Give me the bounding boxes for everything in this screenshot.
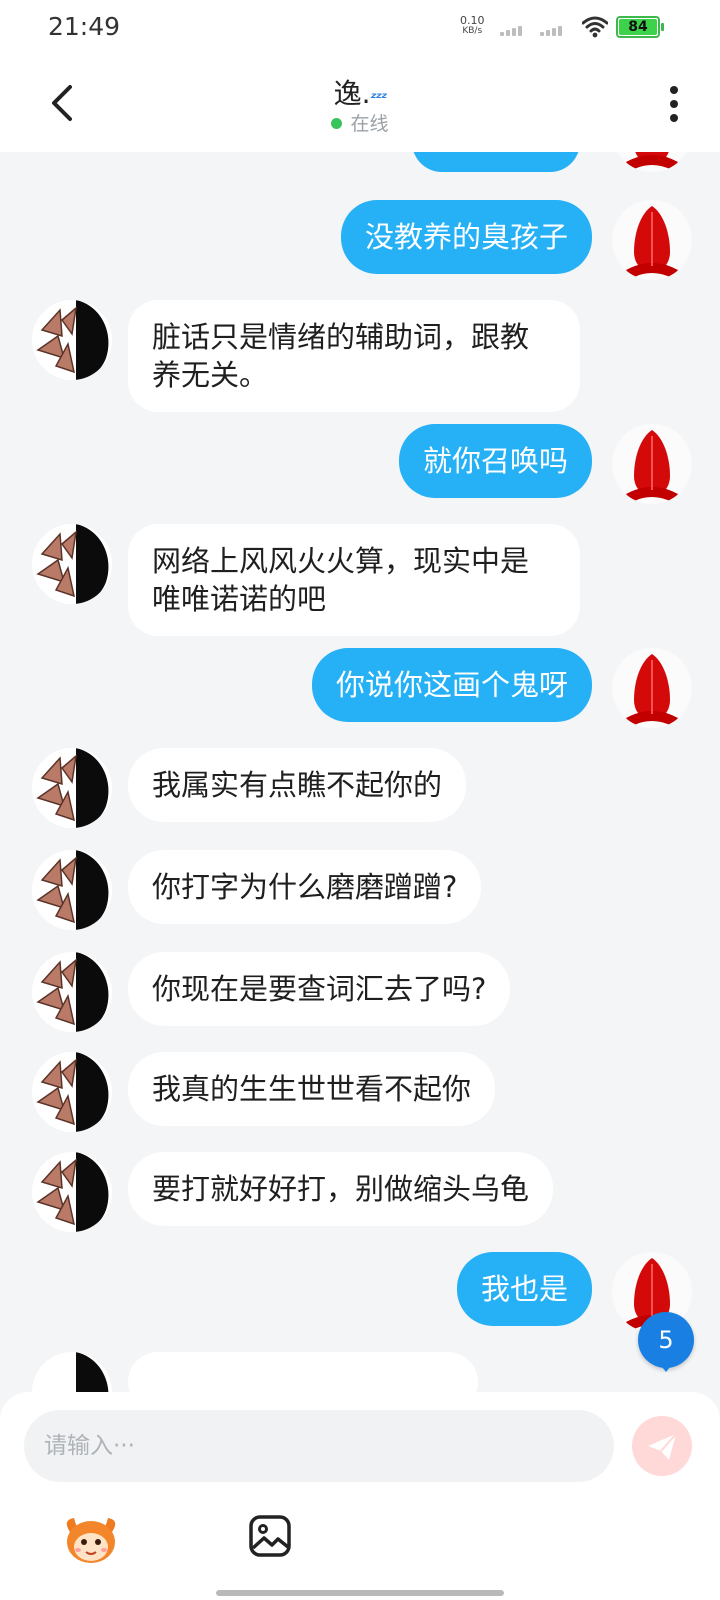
online-status-text: 在线: [350, 113, 389, 135]
message-bubble-incoming[interactable]: 我属实有点瞧不起你的: [128, 748, 467, 822]
net-speed-unit: KB/s: [462, 26, 483, 36]
message-row: 就你召唤吗: [0, 424, 720, 504]
message-bubble-incoming[interactable]: 你现在是要查词汇去了吗?: [128, 952, 511, 1026]
message-row: 你打字为什么磨磨蹭蹭?: [0, 850, 720, 930]
status-bar: 21:49 0.10 KB/s 84: [0, 0, 720, 56]
message-bubble-incoming[interactable]: 我真的生生世世看不起你: [128, 1052, 496, 1126]
send-icon: [648, 1433, 677, 1460]
message-row-partial: [0, 1352, 720, 1392]
net-speed-value: 0.10: [460, 14, 485, 27]
contact-avatar[interactable]: [32, 524, 112, 604]
sleep-zzz-icon: ᶻᶻᶻ: [370, 89, 388, 107]
contact-avatar[interactable]: [32, 952, 112, 1032]
message-bubble-outgoing[interactable]: 没教养的臭孩子: [340, 200, 592, 274]
message-bubble-incoming[interactable]: 脏话只是情绪的辅助词，跟教养无关。: [128, 300, 580, 412]
message-row: 我也是: [0, 1252, 720, 1332]
message-bubble-partial: [128, 1352, 478, 1392]
message-bubble-incoming[interactable]: 你打字为什么磨磨蹭蹭?: [128, 850, 482, 924]
my-avatar[interactable]: [612, 648, 692, 728]
message-row: 我真的生生世世看不起你: [0, 1052, 720, 1132]
unread-count-badge[interactable]: 5: [638, 1312, 694, 1368]
message-bubble-outgoing[interactable]: 你说你这画个鬼呀: [311, 648, 592, 722]
message-row: 网络上风风火火算，现实中是唯唯诺诺的吧: [0, 524, 720, 636]
message-row: 你说你这画个鬼呀: [0, 648, 720, 728]
send-button[interactable]: [632, 1416, 692, 1476]
chat-header: 逸.ᶻᶻᶻ 在线: [0, 56, 720, 152]
message-row: 脏话只是情绪的辅助词，跟教养无关。: [0, 300, 720, 412]
contact-avatar[interactable]: [32, 300, 112, 380]
badge-tail: [658, 1362, 674, 1372]
contact-avatar[interactable]: [32, 748, 112, 828]
emoji-mascot-icon[interactable]: [60, 1510, 122, 1568]
message-row: 你现在是要查词汇去了吗?: [0, 952, 720, 1032]
message-input[interactable]: [24, 1410, 614, 1482]
message-bubble-incoming[interactable]: 网络上风风火火算，现实中是唯唯诺诺的吧: [128, 524, 580, 636]
message-list[interactable]: 没教养的臭孩子 脏话只是情绪的辅助词，跟教养无关。 就你召唤吗 网络上风风火火算…: [0, 152, 720, 1392]
message-row: 没教养的臭孩子: [0, 200, 720, 280]
online-status: 在线: [0, 109, 720, 136]
page-title: 逸.ᶻᶻᶻ: [0, 72, 720, 112]
message-bubble-outgoing[interactable]: 就你召唤吗: [398, 424, 592, 498]
wifi-icon: [582, 16, 608, 38]
contact-avatar: [32, 1352, 112, 1392]
my-avatar[interactable]: [612, 424, 692, 504]
message-row: 我属实有点瞧不起你的: [0, 748, 720, 828]
signal-icon-2: [540, 24, 564, 36]
contact-avatar[interactable]: [32, 1052, 112, 1132]
composer: [0, 1392, 720, 1600]
my-avatar[interactable]: [612, 200, 692, 280]
message-row-partial: [0, 152, 720, 172]
message-bubble-outgoing[interactable]: 我也是: [456, 1252, 592, 1326]
battery-icon: 84: [616, 16, 664, 38]
message-row: 要打就好好打，别做缩头乌龟: [0, 1152, 720, 1232]
my-avatar: [612, 152, 692, 172]
image-icon[interactable]: [248, 1514, 292, 1558]
net-speed: 0.10 KB/s: [460, 15, 485, 37]
more-vertical-icon[interactable]: [664, 84, 684, 124]
home-indicator[interactable]: [216, 1590, 504, 1596]
status-time: 21:49: [48, 12, 121, 41]
contact-name: 逸.: [333, 77, 371, 110]
signal-icon: [500, 24, 524, 36]
online-dot-icon: [331, 118, 343, 129]
contact-avatar[interactable]: [32, 1152, 112, 1232]
battery-level: 84: [619, 19, 657, 35]
message-bubble-partial: [412, 152, 580, 172]
message-bubble-incoming[interactable]: 要打就好好打，别做缩头乌龟: [128, 1152, 554, 1226]
contact-avatar[interactable]: [32, 850, 112, 930]
